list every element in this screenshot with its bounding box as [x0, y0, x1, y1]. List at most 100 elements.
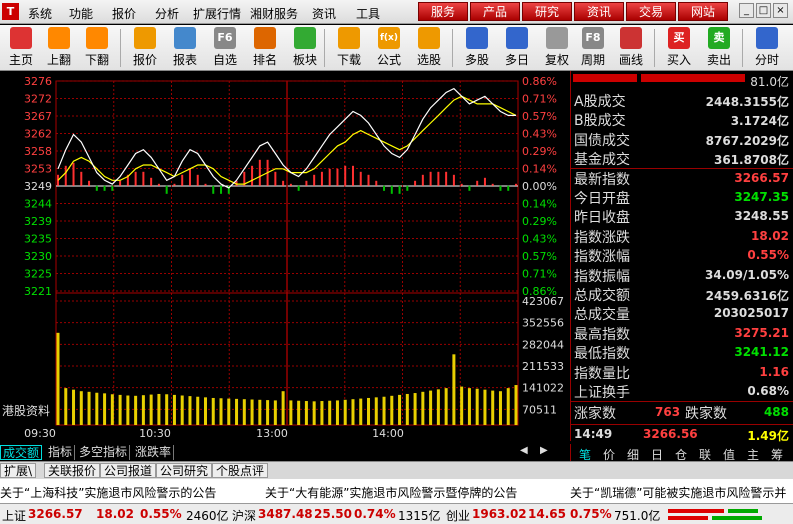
down-count-value: 488	[763, 405, 789, 419]
toolbar-button[interactable]: 选股	[410, 27, 448, 69]
volume-bar	[87, 391, 91, 425]
stat-label: 国债成交	[574, 132, 630, 149]
volume-bar	[172, 394, 176, 425]
stat-value: 3241.12	[734, 345, 789, 360]
adv-decl-bar	[88, 180, 91, 186]
menu-news[interactable]: 资讯	[312, 5, 336, 22]
tab-news[interactable]: 资讯	[574, 2, 624, 21]
volume-bar	[491, 390, 495, 425]
tab-trading[interactable]: 交易	[626, 2, 676, 21]
stat-label: A股成交	[574, 94, 626, 110]
tab-adv-decl-ratio[interactable]: 涨跌率	[133, 445, 175, 460]
volume-bar	[219, 398, 223, 425]
volume-bar	[498, 391, 502, 425]
menu-analysis[interactable]: 分析	[155, 5, 179, 22]
stat-value: 18.02	[751, 228, 789, 243]
toolbar-button[interactable]: 卖卖出	[700, 27, 738, 69]
toolbar-button[interactable]: 下载	[330, 27, 368, 69]
toolbar-button[interactable]: 下翻	[78, 27, 116, 69]
toolbar-button[interactable]: f(x) 公式	[370, 27, 408, 69]
minimize-icon[interactable]: _	[739, 3, 754, 18]
toolbar-button[interactable]: F6 自选	[206, 27, 244, 69]
toolbar-button-label: 报价	[132, 53, 157, 67]
menu-function[interactable]: 功能	[69, 5, 93, 22]
toolbar-button[interactable]: 报价	[126, 27, 164, 69]
toolbar-button[interactable]: 排名	[246, 27, 284, 69]
volume-bar	[95, 392, 99, 425]
tab-turnover[interactable]: 成交额	[0, 445, 43, 460]
tab-website[interactable]: 网站	[678, 2, 728, 21]
toolbar-button[interactable]: 分时	[748, 27, 786, 69]
tab-service[interactable]: 服务	[418, 2, 468, 21]
pct-tick-label: 0.00%	[522, 180, 557, 193]
extension-toggle[interactable]: 扩展\	[0, 463, 37, 478]
toolbar-button[interactable]: 报表	[166, 27, 204, 69]
adv-decl-bar	[111, 185, 114, 191]
toolbar-button-label: 周期	[580, 53, 605, 67]
menu-extended-quotes[interactable]: 扩展行情	[193, 5, 241, 22]
volume-bar	[227, 398, 231, 425]
ticker-item[interactable]: 关于“上海科技”实施退市风险警示的公告	[0, 484, 216, 501]
tick-amount: 1.49亿	[747, 429, 789, 443]
volume-bar	[467, 388, 471, 425]
ticker-item[interactable]: 关于“凯瑞德”可能被实施退市风险警示并	[570, 484, 786, 501]
volume-bar	[211, 397, 215, 425]
toolbar-button[interactable]: 画线	[612, 27, 650, 69]
toolbar-button-label: 报表	[172, 53, 197, 67]
sell-icon: 卖	[708, 27, 730, 49]
stat-label: 上证换手	[574, 385, 630, 401]
toolbar-button[interactable]: 上翻	[40, 27, 78, 69]
tab-bull-bear[interactable]: 多空指标	[77, 445, 131, 460]
volume-bar	[141, 395, 145, 425]
adv-decl-bar	[406, 185, 409, 191]
toolbar-button[interactable]: F8 周期	[574, 27, 612, 69]
volume-bar	[266, 400, 270, 425]
stat-label: 最新指数	[574, 171, 630, 188]
stock-comment-button[interactable]: 个股点评	[212, 463, 269, 478]
toolbar-button[interactable]: 多股	[458, 27, 496, 69]
menu-xiangcai-service[interactable]: 湘财服务	[250, 5, 298, 22]
intraday-chart[interactable]: 3276 0.86% 3272 0.71% 3267 0.57% 3262 0.43% 3258…	[0, 71, 570, 441]
stat-value: 2459.6316亿	[705, 289, 789, 303]
tab-products[interactable]: 产品	[470, 2, 520, 21]
menu-quote[interactable]: 报价	[112, 5, 136, 22]
adv-decl-bar	[258, 159, 261, 186]
adv-decl-bar	[483, 177, 486, 186]
adv-decl-bar	[390, 185, 393, 194]
toolbar-button[interactable]: 多日	[498, 27, 536, 69]
stat-value: 3266.57	[734, 170, 789, 185]
volume-bar	[196, 396, 200, 425]
volume-bar	[281, 391, 285, 425]
volume-tick-label: 423067	[522, 295, 564, 308]
company-report-button[interactable]: 公司报道	[100, 463, 157, 478]
menu-system[interactable]: 系统	[28, 5, 52, 22]
toolbar-button[interactable]: 主页	[2, 27, 40, 69]
maximize-icon[interactable]: □	[756, 3, 771, 18]
company-research-button[interactable]: 公司研究	[156, 463, 213, 478]
close-icon[interactable]: ×	[773, 3, 788, 18]
adv-decl-bar	[212, 185, 215, 194]
adv-decl-bar	[282, 180, 285, 186]
related-quotes-button[interactable]: 关联报价	[44, 463, 101, 478]
scroll-right-icon[interactable]: ▶	[540, 445, 548, 456]
volume-bar	[429, 390, 433, 425]
adv-decl-bar	[142, 171, 145, 186]
draw-line-icon	[620, 27, 642, 49]
adv-decl-bar	[157, 183, 160, 186]
menu-tools[interactable]: 工具	[356, 5, 380, 22]
toolbar-button[interactable]: 复权	[538, 27, 576, 69]
volume-bar	[312, 401, 316, 425]
stat-value: 3.1724亿	[730, 114, 789, 129]
ticker-item[interactable]: 关于“大有能源”实施退市风险警示暨停牌的公告	[265, 484, 517, 501]
toolbar-button[interactable]: 买买入	[660, 27, 698, 69]
tab-research[interactable]: 研究	[522, 2, 572, 21]
news-ticker[interactable]: 关于“上海科技”实施退市风险警示的公告 关于“大有能源”实施退市风险警示暨停牌的…	[0, 479, 793, 503]
tab-indicator[interactable]: 指标	[46, 445, 76, 460]
hs-index-change: 25.50	[314, 507, 352, 521]
multi-stock-icon	[466, 27, 488, 49]
stat-label: 指数涨跌	[574, 229, 630, 246]
volume-bar	[157, 393, 161, 425]
scroll-left-icon[interactable]: ◀	[520, 445, 528, 456]
price-tick-label: 3244	[24, 198, 52, 211]
toolbar-button[interactable]: 板块	[286, 27, 324, 69]
